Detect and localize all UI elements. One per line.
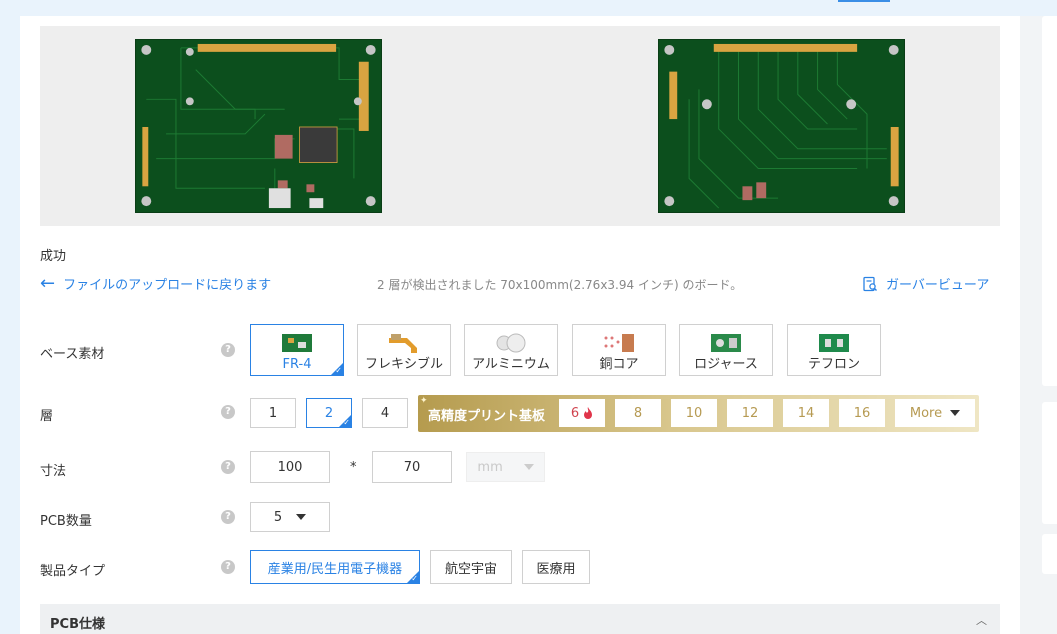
material-option-label: テフロン (807, 357, 860, 372)
product-type-label: 製品タイプ (40, 564, 106, 579)
gerber-viewer-label: ガーバービューア (886, 278, 990, 293)
chevron-up-icon: ︿ (976, 614, 987, 627)
help-icon[interactable]: ? (221, 510, 235, 524)
arrow-left-icon: ← (40, 272, 56, 294)
sidebar-card (1042, 402, 1057, 524)
material-rogers-option[interactable]: ロジャース (679, 324, 773, 376)
unit-select[interactable]: mm (466, 452, 545, 482)
more-layers-dropdown[interactable]: More (895, 399, 975, 427)
layer-option-12[interactable]: 12 (727, 399, 773, 427)
status-text: 成功 (40, 249, 67, 264)
more-label: More (909, 405, 943, 421)
top-bar (0, 0, 1057, 16)
caret-down-icon (950, 410, 961, 416)
quantity-value: 5 (273, 509, 283, 525)
dimensions-label: 寸法 (40, 464, 67, 479)
layer-option-10[interactable]: 10 (671, 399, 717, 427)
layer-option-16[interactable]: 16 (839, 399, 885, 427)
dimension-separator: * (350, 460, 357, 475)
product-type-aerospace-option[interactable]: 航空宇宙 (430, 550, 512, 584)
gerber-viewer-link[interactable]: ガーバービューア (862, 274, 989, 293)
material-option-label: フレキシブル (364, 357, 443, 372)
back-link-label: ファイルのアップロードに戻ります (63, 278, 272, 293)
material-teflon-option[interactable]: テフロン (787, 324, 881, 376)
height-input[interactable]: 70 (372, 451, 452, 483)
layers-label: 層 (40, 409, 54, 424)
pcb-bottom-image (658, 39, 905, 213)
help-icon[interactable]: ? (221, 405, 235, 419)
help-icon[interactable]: ? (221, 460, 235, 474)
back-to-upload-link[interactable]: ← ファイルのアップロードに戻ります (40, 274, 271, 293)
rogers-thumbnail (711, 334, 741, 352)
pcb-bottom-drawing (659, 40, 904, 212)
sparkle-icon: ✦ (420, 396, 428, 406)
pcb-quantity-select[interactable]: 5 (250, 502, 330, 532)
fr4-thumbnail (282, 334, 312, 352)
caret-down-icon (296, 514, 307, 520)
high-density-pcb-group: ✦ 高精度プリント基板 6 8 10 12 14 16 More (418, 395, 979, 432)
top-tab-indicator (838, 0, 890, 2)
pcb-quantity-label: PCB数量 (40, 514, 92, 529)
pcb-preview (40, 26, 1000, 226)
sidebar-card (1042, 16, 1057, 386)
product-type-industrial-option[interactable]: 産業用/民生用電子機器 (250, 550, 420, 584)
unit-value: mm (477, 459, 503, 475)
pcb-top-image (135, 39, 382, 213)
aluminum-thumbnail (496, 333, 526, 353)
help-icon[interactable]: ? (221, 343, 235, 357)
layer-option-2[interactable]: 2 (306, 398, 352, 428)
material-option-label: ロジャース (694, 357, 758, 372)
product-type-medical-option[interactable]: 医療用 (522, 550, 590, 584)
caret-down-icon (523, 464, 534, 470)
width-input[interactable]: 100 (250, 451, 330, 483)
copper-core-thumbnail (604, 334, 634, 352)
document-search-icon (863, 276, 877, 291)
material-copper-core-option[interactable]: 銅コア (572, 324, 666, 376)
layer-option-4[interactable]: 4 (362, 398, 408, 428)
detection-info: 2 層が検出されました 70x100mm(2.76x3.94 インチ) のボード… (377, 278, 743, 292)
sidebar-card (1042, 534, 1057, 574)
help-icon[interactable]: ? (221, 560, 235, 574)
layer-option-8[interactable]: 8 (615, 399, 661, 427)
material-option-label: 銅コア (599, 357, 639, 372)
flex-thumbnail (389, 334, 417, 353)
pcb-spec-title: PCB仕様 (50, 617, 105, 632)
base-material-label: ベース素材 (40, 347, 105, 362)
fire-icon (584, 407, 593, 419)
teflon-thumbnail (819, 334, 849, 352)
pcb-top-drawing (136, 40, 381, 212)
pcb-spec-section-header[interactable]: PCB仕様 ︿ (40, 604, 1000, 634)
material-option-label: アルミニウム (472, 357, 550, 372)
right-sidebar (1020, 16, 1057, 634)
layer-option-14[interactable]: 14 (783, 399, 829, 427)
material-flex-option[interactable]: フレキシブル (357, 324, 451, 376)
material-fr4-option[interactable]: FR-4 (250, 324, 344, 376)
material-option-label: FR-4 (282, 357, 312, 372)
layer-option-1[interactable]: 1 (250, 398, 296, 428)
layer-option-label: 6 (570, 405, 580, 421)
layer-option-6[interactable]: 6 (559, 399, 605, 427)
high-density-title: 高精度プリント基板 (428, 409, 546, 424)
material-aluminum-option[interactable]: アルミニウム (464, 324, 558, 376)
